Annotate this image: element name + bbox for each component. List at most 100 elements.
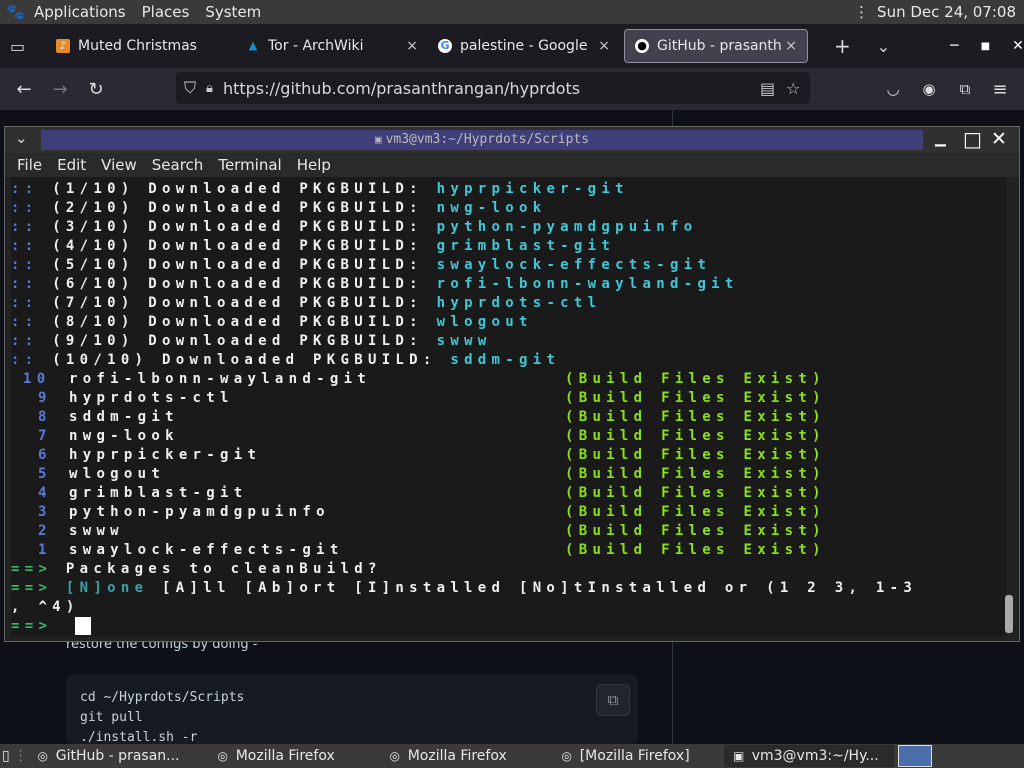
- archlinux-icon: ▲: [248, 39, 258, 52]
- prefix: ::: [11, 181, 53, 197]
- minimize-button[interactable]: ─: [950, 38, 958, 54]
- package-name: python-pyamdgpuinfo: [436, 219, 698, 235]
- applications-menu[interactable]: Applications: [34, 3, 126, 21]
- prompt-question: ==> Packages to cleanBuild?: [11, 560, 382, 579]
- terminal-titlebar[interactable]: ⌄ ▣ vm3@vm3:~/Hyprdots/Scripts ▁ □ ✕: [5, 127, 1019, 153]
- shield-icon[interactable]: ⛉: [184, 78, 196, 98]
- pocket-icon[interactable]: ◡: [882, 80, 904, 98]
- terminal-icon: ▣: [733, 749, 745, 763]
- url-text[interactable]: https://github.com/prasanthrangan/hyprdo…: [223, 79, 580, 98]
- forward-arrow-icon[interactable]: →: [49, 79, 71, 100]
- taskbar-item-github[interactable]: ◎ GitHub - prasan...: [28, 745, 208, 767]
- bookmark-star-icon[interactable]: ☆: [786, 79, 800, 98]
- tab-palestine-google[interactable]: G palestine - Google ×: [428, 30, 620, 62]
- extensions-icon[interactable]: ⧉: [954, 80, 976, 98]
- download-line: :: (5/10) Downloaded PKGBUILD: swaylock-…: [11, 256, 711, 275]
- system-menu[interactable]: System: [205, 3, 261, 21]
- prompt-arrow: ==>: [11, 618, 53, 634]
- count: (1/10): [52, 181, 135, 197]
- terminal-title-text: vm3@vm3:~/Hyprdots/Scripts: [385, 132, 590, 147]
- reader-view-icon[interactable]: ▤: [760, 79, 775, 98]
- package-name: sddm-git: [69, 409, 179, 425]
- label: Downloaded PKGBUILD:: [148, 276, 423, 292]
- package-name: hyprpicker-git: [436, 181, 629, 197]
- places-menu[interactable]: Places: [142, 3, 190, 21]
- menu-search[interactable]: Search: [152, 156, 204, 174]
- lock-icon[interactable]: 🔒︎: [206, 81, 213, 96]
- firefox-nav-bar: ← → ↻ ⛉ 🔒︎ https://github.com/prasanthra…: [0, 68, 1024, 110]
- window-menu-chevron-icon[interactable]: ⌄: [15, 129, 28, 147]
- prefix: ::: [11, 200, 53, 216]
- terminal-window: ⌄ ▣ vm3@vm3:~/Hyprdots/Scripts ▁ □ ✕ File…: [4, 126, 1020, 642]
- reload-icon[interactable]: ↻: [85, 79, 107, 100]
- close-window-button[interactable]: ✕: [991, 128, 1007, 150]
- menu-view[interactable]: View: [101, 156, 137, 174]
- package-number: 2: [38, 523, 52, 539]
- maximize-button[interactable]: □: [963, 127, 982, 151]
- default-option: [N]one: [65, 580, 149, 596]
- package-status: (Build Files Exist): [565, 409, 826, 425]
- menu-help[interactable]: Help: [297, 156, 331, 174]
- count: (7/10): [52, 295, 135, 311]
- firefox-view-icon[interactable]: ▭: [10, 37, 32, 56]
- taskbar-item-firefox-2[interactable]: ◎ Mozilla Firefox: [380, 745, 552, 767]
- back-arrow-icon[interactable]: ←: [13, 79, 35, 100]
- package-number: 8: [38, 409, 52, 425]
- terminal-title[interactable]: ▣ vm3@vm3:~/Hyprdots/Scripts: [41, 130, 923, 150]
- new-tab-button[interactable]: +: [834, 34, 851, 58]
- maximize-button[interactable]: ■: [981, 41, 990, 52]
- url-bar[interactable]: ⛉ 🔒︎ https://github.com/prasanthrangan/h…: [176, 72, 810, 104]
- taskbar-label: vm3@vm3:~/Hy...: [751, 748, 879, 764]
- package-name: hyprdots-ctl: [69, 390, 234, 406]
- prefix: ::: [11, 333, 53, 349]
- terminal-menubar: File Edit View Search Terminal Help: [5, 153, 1019, 177]
- input-prompt: ==>: [11, 617, 52, 636]
- tab-tor-archwiki[interactable]: ▲ Tor - ArchWiki ×: [236, 30, 428, 62]
- package-status: (Build Files Exist): [565, 504, 826, 520]
- prefix: ::: [11, 295, 53, 311]
- hamburger-menu-icon[interactable]: ≡: [989, 79, 1011, 100]
- google-icon: G: [438, 39, 452, 53]
- menu-file[interactable]: File: [17, 156, 42, 174]
- package-number: 10: [23, 371, 51, 387]
- tab-close-icon[interactable]: ×: [406, 38, 418, 54]
- label: Downloaded PKGBUILD:: [148, 257, 423, 273]
- count: (3/10): [52, 219, 135, 235]
- firefox-icon: ◎: [217, 749, 228, 763]
- menu-edit[interactable]: Edit: [57, 156, 86, 174]
- terminal-scrollbar[interactable]: [1005, 595, 1013, 633]
- tab-close-icon[interactable]: ×: [785, 38, 797, 54]
- show-desktop-icon[interactable]: ▯: [2, 748, 10, 764]
- tab-muted-christmas[interactable]: ♪ Muted Christmas: [46, 30, 236, 62]
- prompt-arrow: ==>: [11, 580, 53, 596]
- copy-code-button[interactable]: ⧉: [596, 684, 630, 716]
- tab-github-active[interactable]: ● GitHub - prasanth ×: [624, 29, 808, 63]
- taskbar-label: Mozilla Firefox: [235, 748, 335, 764]
- minimize-button[interactable]: ▁: [935, 131, 946, 147]
- gnome-foot-icon[interactable]: 🐾: [6, 3, 25, 21]
- package-name: grimblast-git: [69, 485, 248, 501]
- count: (4/10): [52, 238, 135, 254]
- taskbar-item-terminal[interactable]: ▣ vm3@vm3:~/Hy...: [723, 745, 894, 767]
- panel-handle-icon: ⋮: [854, 3, 870, 21]
- label: Downloaded PKGBUILD:: [148, 238, 423, 254]
- workspace-switcher[interactable]: [897, 745, 932, 767]
- tab-close-icon[interactable]: ×: [598, 38, 610, 54]
- close-window-button[interactable]: ✕: [1012, 38, 1024, 54]
- account-icon[interactable]: ◉: [918, 80, 940, 98]
- menu-terminal[interactable]: Terminal: [218, 156, 281, 174]
- prefix: ::: [11, 314, 53, 330]
- terminal-output[interactable]: :: (1/10) Downloaded PKGBUILD: hyprpicke…: [11, 177, 1006, 637]
- label: Downloaded PKGBUILD:: [148, 333, 423, 349]
- taskbar-label: Mozilla Firefox: [407, 748, 507, 764]
- taskbar-item-firefox-3[interactable]: ◎ [Mozilla Firefox]: [552, 745, 724, 767]
- package-number: 6: [38, 447, 52, 463]
- code-block: cd ~/Hyprdots/Scripts git pull ./install…: [66, 674, 638, 745]
- taskbar-item-firefox-1[interactable]: ◎ Mozilla Firefox: [208, 745, 380, 767]
- code-text: cd ~/Hyprdots/Scripts git pull ./install…: [80, 690, 245, 745]
- text-cursor: [75, 617, 91, 635]
- options-wrap-text: , ^4): [11, 599, 80, 615]
- clock[interactable]: Sun Dec 24, 07:08: [877, 3, 1016, 21]
- tab-list-chevron-icon[interactable]: ⌄: [877, 37, 890, 56]
- options-text: [A]ll [Ab]ort [I]nstalled [No]tInstalled…: [148, 580, 918, 596]
